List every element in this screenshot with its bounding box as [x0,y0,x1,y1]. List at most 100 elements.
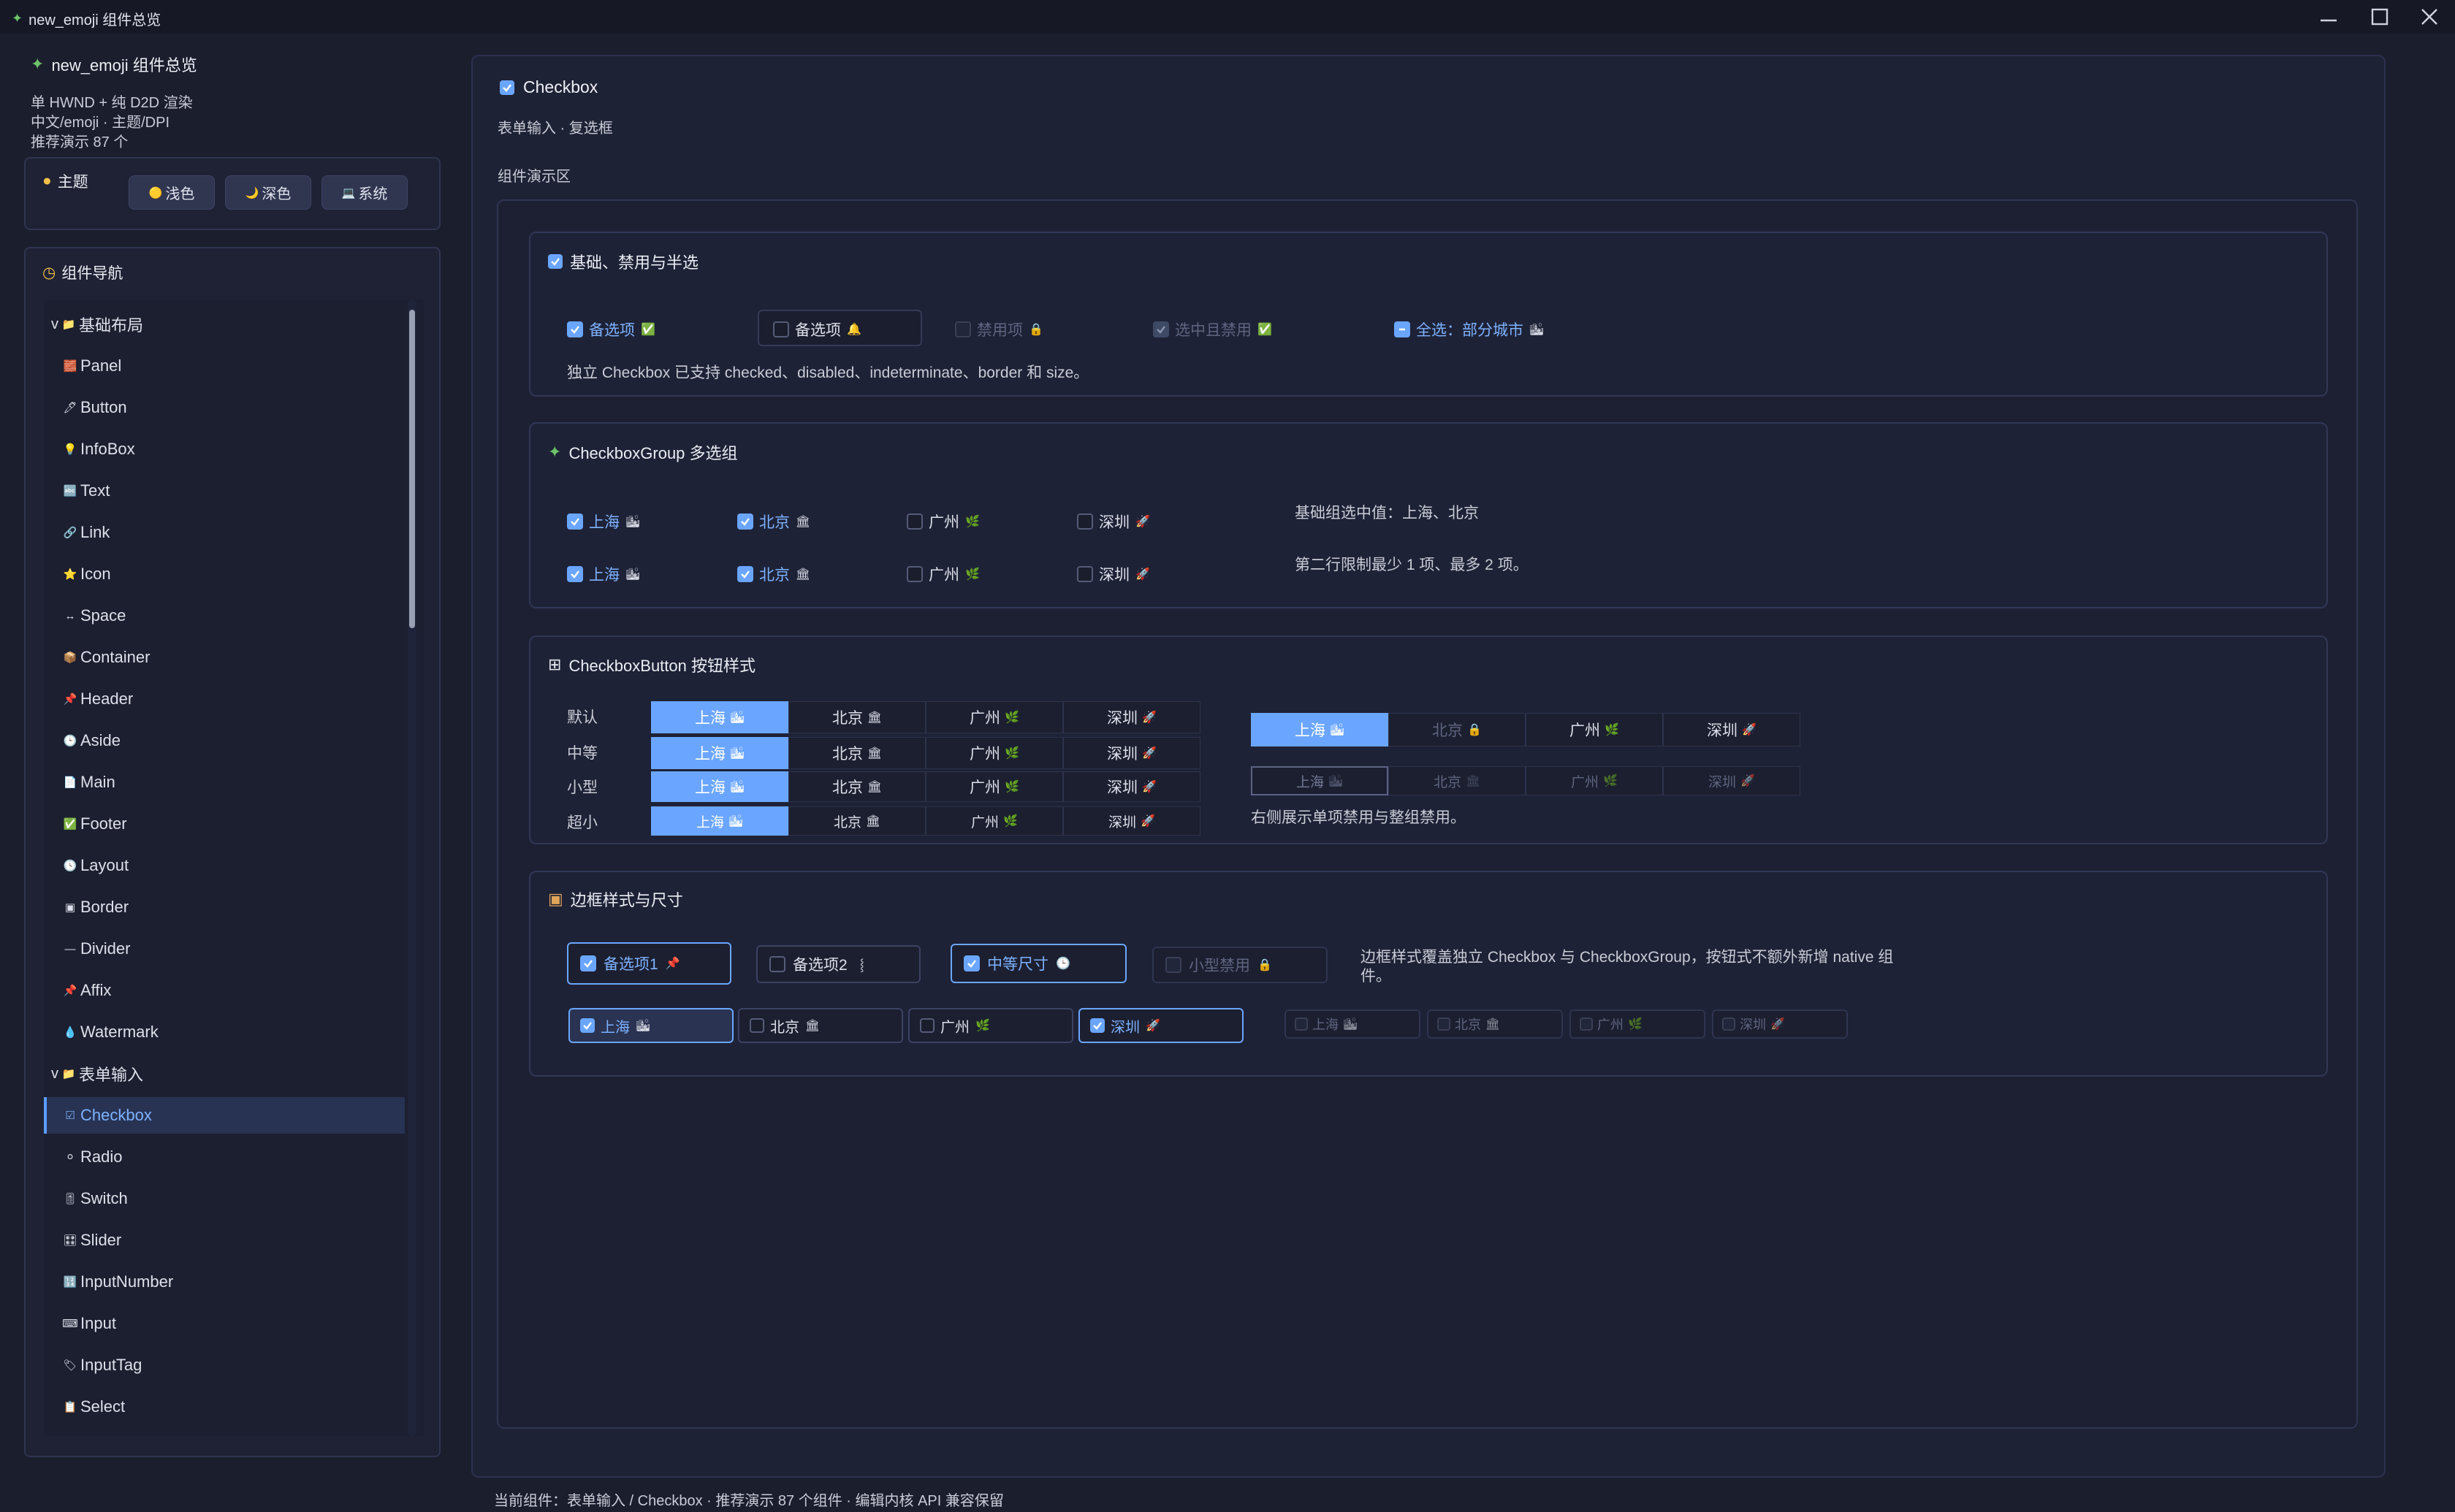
page-title: Checkbox [500,77,598,97]
close-button[interactable] [2404,0,2455,34]
checkbox-indeterminate[interactable]: 全选：部分城市 🏙 [1394,318,1544,340]
city-emoji-icon: 🏛 [1465,775,1481,787]
checkbox-button[interactable]: 上海 🏙 [651,737,788,769]
group-checkbox[interactable]: 北京 🏛 [737,511,810,532]
border-group-checkbox[interactable]: 广州 🌿 [908,1008,1073,1043]
sun-icon: 🟡 [148,186,163,199]
city-emoji-icon: 🏛 [795,568,811,581]
checkbox-button[interactable]: 北京 🏛 [788,737,926,769]
minimize-button[interactable] [2303,0,2354,34]
checkbox-button[interactable]: 北京 🏛 [788,806,926,836]
nav-item[interactable]: 📌 Affix [44,972,405,1009]
nav-item-label: Text [80,481,110,500]
checkbox-label: 上海 [601,1019,630,1036]
checkbox-button[interactable]: 广州 🌿 [926,806,1063,836]
checkbox-bordered-unchecked[interactable]: 备选项 🔔 [773,318,861,340]
nav-item-label: Slider [80,1231,122,1249]
checkbox-button[interactable]: 北京 🏛 [788,701,926,733]
checkbox-button[interactable]: 广州 🌿 [926,771,1063,802]
checkbox-button[interactable]: 深圳 🚀 [1663,713,1800,747]
city-emoji-icon: 🚀 [1142,781,1157,793]
nav-list[interactable]: v 📁 基础布局 🧱 Panel 🖊 Button 💡 InfoBox 🔤 Text 🔗 Link ⭐ Ic… [44,299,424,1436]
border-group-checkbox[interactable]: 深圳 🚀 [1078,1008,1244,1043]
checkbox-button[interactable]: 上海 🏙 [651,701,788,733]
theme-system-button[interactable]: 💻 系统 [321,175,408,210]
checkbox-label: 广州 [1597,1017,1624,1032]
checkbox-box [769,956,785,972]
nav-item[interactable]: ✅ Footer [44,806,405,842]
border-checkbox-2[interactable]: 备选项2 ⸾ [756,945,921,983]
checkbox-box [1165,957,1181,973]
checkbox-button-label: 深圳 [1107,779,1138,796]
nav-scrollbar-thumb[interactable] [409,310,415,628]
theme-light-button[interactable]: 🟡 浅色 [129,175,215,210]
theme-dark-button[interactable]: 🌙 深色 [225,175,311,210]
checkbox-button[interactable]: 广州 🌿 [1526,713,1663,747]
border-group-checkbox[interactable]: 北京 🏛 [738,1008,903,1043]
group-checkbox[interactable]: 深圳 🚀 [1077,563,1150,585]
nav-item[interactable]: 🔤 Text [44,473,405,509]
checkbox-button[interactable]: 深圳 🚀 [1063,701,1200,733]
group-checkbox[interactable]: 深圳 🚀 [1077,511,1150,532]
group-checkbox[interactable]: 广州 🌿 [907,563,980,585]
border-checkbox-1[interactable]: 备选项1 📌 [567,942,731,985]
border-group-checkbox[interactable]: 上海 🏙 [568,1008,734,1043]
nav-item[interactable]: 🎛 Slider [44,1222,405,1259]
nav-item-icon: 📄 [63,776,77,789]
checkbox-button[interactable]: 北京 🏛 [788,771,926,802]
border-checkbox-medium[interactable]: 中等尺寸 🕒 [951,944,1127,983]
nav-item[interactable]: 📦 Container [44,639,405,676]
city-emoji-icon: 🏛 [1485,1018,1501,1031]
group-checkbox[interactable]: 北京 🏛 [737,563,810,585]
nav-item[interactable]: ⌨ Input [44,1305,405,1342]
group-checkbox[interactable]: 上海 🏙 [567,511,640,532]
nav-item[interactable]: ☑ Checkbox [44,1097,405,1134]
nav-item[interactable]: ↔ Space [44,597,405,634]
group-checkbox[interactable]: 广州 🌿 [907,511,980,532]
checkbox-button[interactable]: 深圳 🚀 [1063,771,1200,802]
nav-item[interactable]: 🏷 InputTag [44,1347,405,1383]
checkbox-button-label: 深圳 [1108,814,1136,831]
nav-group[interactable]: v 📁 表单输入 [44,1055,405,1092]
nav-item[interactable]: 🧱 Panel [44,348,405,384]
checkbox-box [1580,1017,1593,1031]
nav-item[interactable]: 💧 Watermark [44,1014,405,1050]
checkbox-button[interactable]: 上海 🏙 [1251,713,1388,747]
nav-item[interactable]: ▣ Border [44,889,405,925]
nav-item[interactable]: 🖊 Button [44,389,405,426]
nav-item[interactable]: 🔗 Link [44,514,405,551]
nav-item-label: Main [80,773,115,791]
nav-item[interactable]: 💡 InfoBox [44,431,405,467]
nav-item[interactable]: 🕒 Aside [44,722,405,759]
border-group-checkbox-disabled: 上海 🏙 [1284,1009,1420,1039]
checkbox-button[interactable]: 深圳 🚀 [1063,737,1200,769]
nav-item[interactable]: 🎚 Switch [44,1180,405,1217]
nav-group[interactable]: v 📁 基础布局 [44,306,405,343]
nav-item[interactable]: 📄 Main [44,764,405,801]
check-icon [737,566,753,582]
nav-item-label: InputNumber [80,1272,174,1291]
nav-item-label: Space [80,606,126,625]
checkbox-label: 北京 [1455,1017,1481,1032]
nav-item[interactable]: 📌 Header [44,681,405,717]
maximize-button[interactable] [2354,0,2405,34]
window-title: ✦ new_emoji 组件总览 [12,8,161,29]
checkbox-checked[interactable]: 备选项 ✅ [567,318,655,340]
check-icon [1153,321,1169,337]
nav-item[interactable]: — Divider [44,931,405,967]
check-icon [567,566,583,582]
nav-item[interactable]: 🕓 Layout [44,847,405,884]
checkbox-button[interactable]: 深圳 🚀 [1063,806,1200,836]
nav-item[interactable]: ⚪ Radio [44,1139,405,1175]
checkbox-box [907,566,923,582]
group-checkbox[interactable]: 上海 🏙 [567,563,640,585]
clock-icon: 🕒 [1056,958,1070,970]
nav-item[interactable]: 📋 Select [44,1389,405,1425]
nav-item[interactable]: ⭐ Icon [44,556,405,592]
nav-item[interactable]: 🔢 InputNumber [44,1264,405,1300]
checkbox-button[interactable]: 广州 🌿 [926,737,1063,769]
checkbox-button[interactable]: 广州 🌿 [926,701,1063,733]
nav-item-icon: 🧱 [63,360,77,373]
checkbox-button[interactable]: 上海 🏙 [651,771,788,802]
checkbox-button[interactable]: 上海 🏙 [651,806,788,836]
